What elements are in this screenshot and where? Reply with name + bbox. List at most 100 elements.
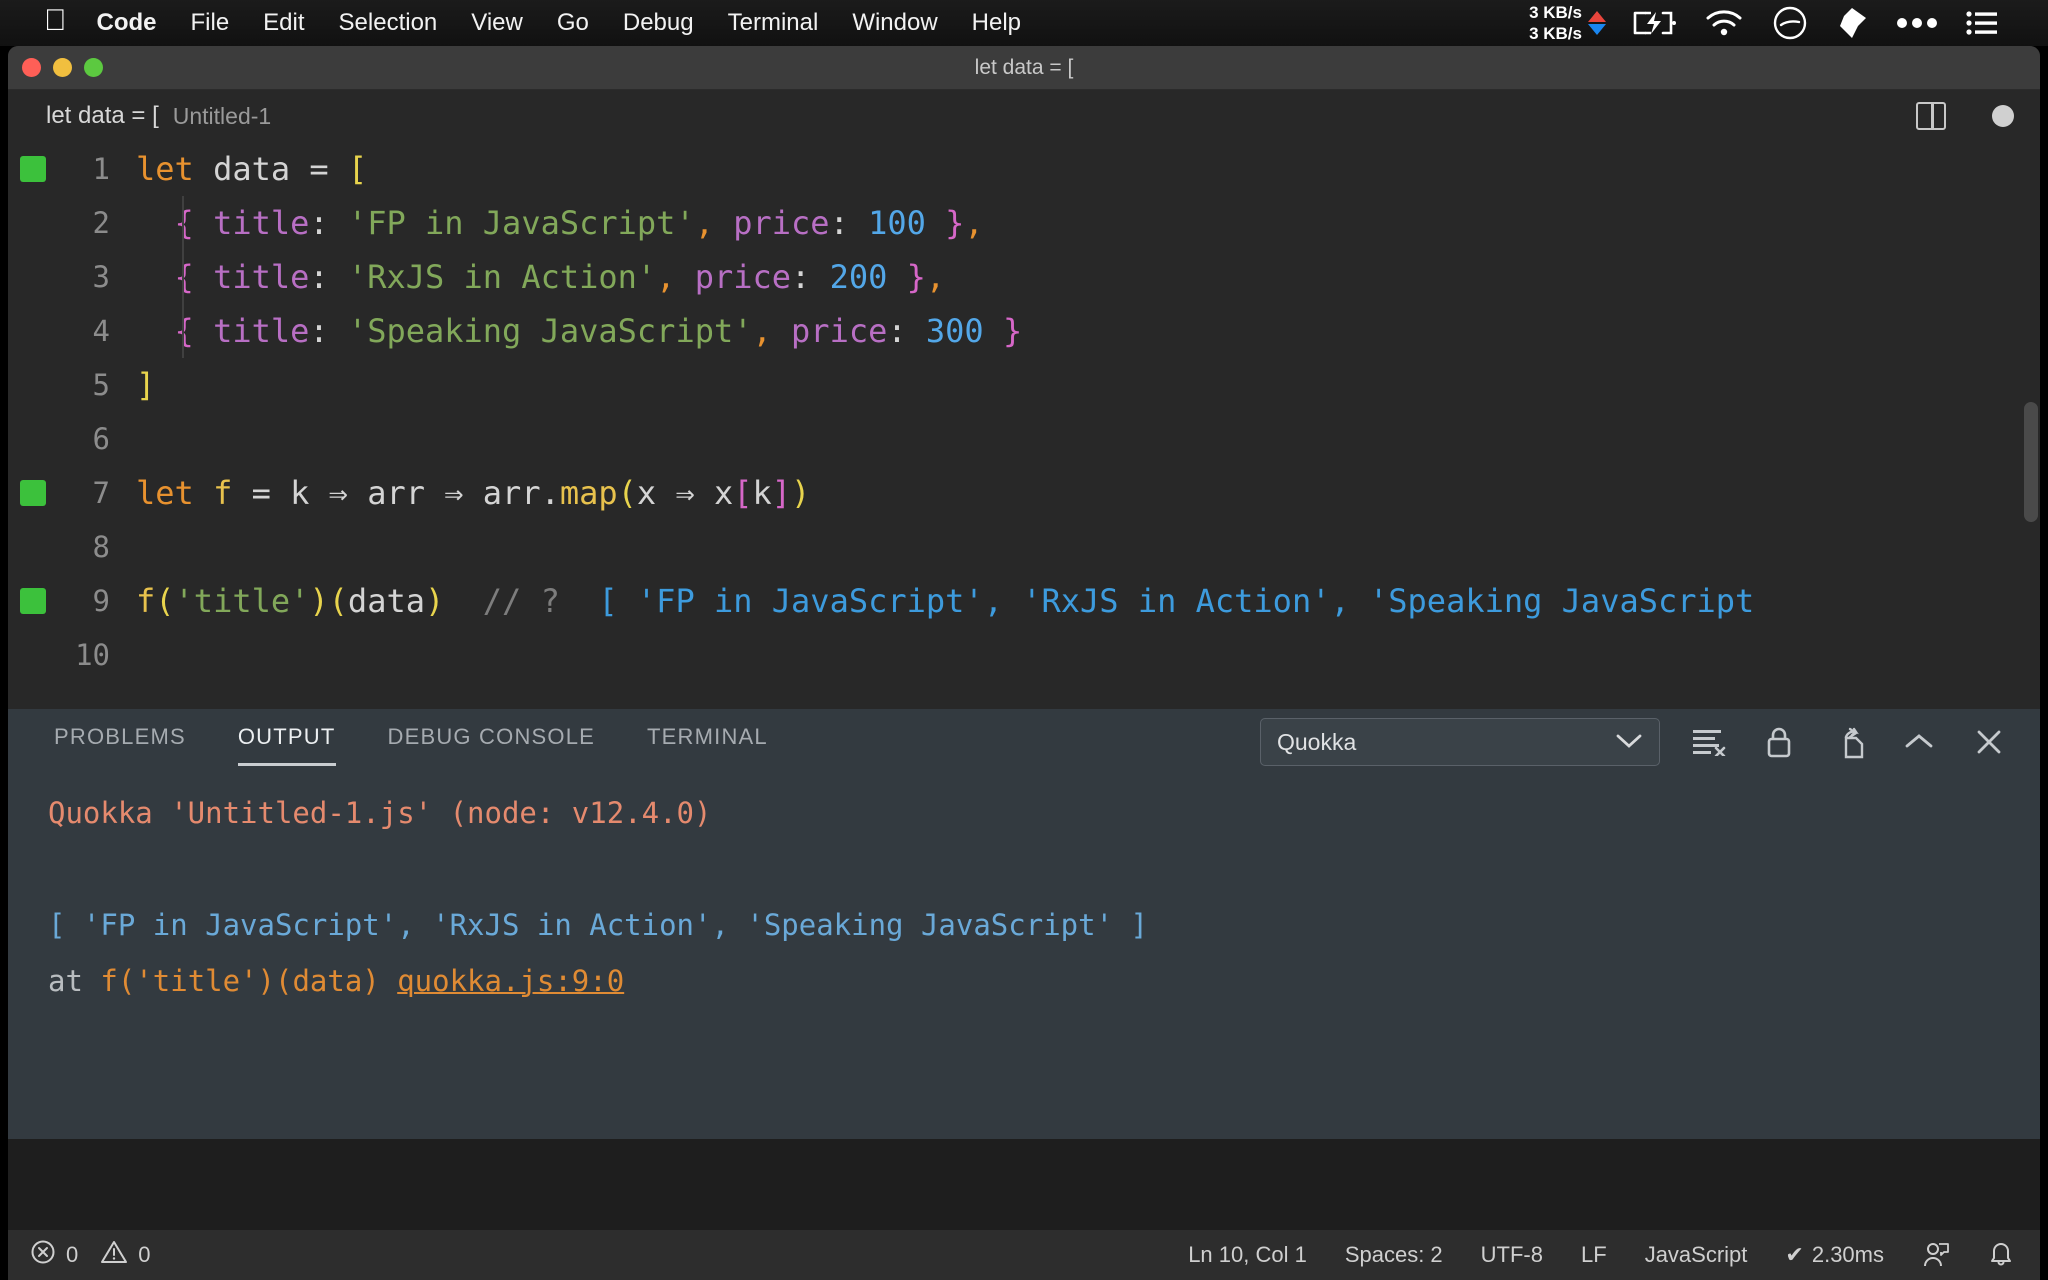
line-number: 5 bbox=[92, 368, 110, 402]
feedback-icon[interactable] bbox=[1922, 1241, 1950, 1269]
breadcrumb: let data = [ Untitled-1 bbox=[8, 90, 2040, 142]
clear-output-icon[interactable] bbox=[1688, 728, 1730, 756]
output-header-line: Quokka 'Untitled-1.js' (node: v12.4.0) bbox=[48, 796, 712, 830]
line-number: 10 bbox=[75, 638, 110, 672]
code-text: f('title')(data) // ? [ 'FP in JavaScrip… bbox=[136, 582, 1755, 620]
upload-speed: 3 KB/s bbox=[1529, 3, 1582, 22]
status-bar-right: Ln 10, Col 1 Spaces: 2 UTF-8 LF JavaScri… bbox=[1188, 1241, 2014, 1269]
status-language-mode[interactable]: JavaScript bbox=[1645, 1242, 1748, 1268]
menu-item-help[interactable]: Help bbox=[972, 9, 1021, 37]
line-number: 2 bbox=[92, 206, 110, 240]
more-icon[interactable] bbox=[1896, 17, 1938, 29]
warning-count: 0 bbox=[138, 1242, 151, 1267]
code-line[interactable]: 9 f('title')(data) // ? [ 'FP in JavaScri… bbox=[8, 574, 2040, 628]
menu-item-file[interactable]: File bbox=[191, 9, 230, 37]
menu-item-code[interactable]: Code bbox=[97, 9, 157, 37]
macos-menu-bar:  Code File Edit Selection View Go Debug… bbox=[0, 0, 2048, 46]
trace-at-label: at bbox=[48, 964, 101, 998]
quokka-live-marker bbox=[20, 156, 46, 182]
line-number: 3 bbox=[92, 260, 110, 294]
code-text: ] bbox=[136, 366, 156, 404]
battery-charging-icon[interactable] bbox=[1632, 10, 1676, 36]
code-line[interactable]: 8 bbox=[8, 520, 2040, 574]
tab-debug-console[interactable]: DEBUG CONSOLE bbox=[388, 724, 596, 760]
time-machine-icon[interactable] bbox=[1772, 5, 1808, 41]
menu-item-view[interactable]: View bbox=[471, 9, 523, 37]
breadcrumb-symbol[interactable]: let data = [ bbox=[46, 102, 159, 130]
window-title: let data = [ bbox=[974, 55, 1074, 79]
status-indentation[interactable]: Spaces: 2 bbox=[1345, 1242, 1443, 1268]
window-title-bar: let data = [ bbox=[8, 46, 2040, 90]
code-text: let f = k ⇒ arr ⇒ arr.map(x ⇒ x[k]) bbox=[136, 474, 811, 512]
close-panel-icon[interactable] bbox=[1968, 727, 2010, 757]
code-line[interactable]: 5] bbox=[8, 358, 2040, 412]
status-cursor-position[interactable]: Ln 10, Col 1 bbox=[1188, 1242, 1307, 1268]
quokka-live-marker bbox=[20, 480, 46, 506]
code-lines: 1 let data = [2 { title: 'FP in JavaScrip… bbox=[8, 142, 2040, 682]
code-line[interactable]: 6 bbox=[8, 412, 2040, 466]
unsaved-dot-icon[interactable] bbox=[1992, 105, 2014, 127]
warning-icon bbox=[100, 1239, 128, 1271]
desktop:  Code File Edit Selection View Go Debug… bbox=[0, 0, 2048, 1280]
editor-vertical-scrollbar[interactable] bbox=[2024, 402, 2038, 522]
menu-item-terminal[interactable]: Terminal bbox=[728, 9, 819, 37]
dropbox-icon[interactable] bbox=[1836, 6, 1868, 40]
output-channel-value: Quokka bbox=[1277, 728, 1357, 755]
tab-problems[interactable]: PROBLEMS bbox=[54, 724, 186, 760]
status-eol[interactable]: LF bbox=[1581, 1242, 1607, 1268]
code-editor[interactable]: 1 let data = [2 { title: 'FP in JavaScrip… bbox=[8, 142, 2040, 709]
chevron-down-icon bbox=[1615, 729, 1643, 756]
indent-guide bbox=[182, 304, 184, 358]
output-blank-line bbox=[48, 841, 2040, 897]
menu-item-window[interactable]: Window bbox=[852, 9, 937, 37]
status-problems[interactable]: 0 0 bbox=[30, 1239, 151, 1271]
status-bar: 0 0 Ln 10, Col 1 Spaces: 2 UTF-8 LF Java… bbox=[8, 1230, 2040, 1280]
quokka-check-icon: ✔ bbox=[1785, 1242, 1804, 1267]
code-line[interactable]: 4 { title: 'Speaking JavaScript', price:… bbox=[8, 304, 2040, 358]
code-line[interactable]: 7 let f = k ⇒ arr ⇒ arr.map(x ⇒ x[k]) bbox=[8, 466, 2040, 520]
control-center-icon[interactable] bbox=[1966, 10, 1998, 36]
trace-source-link[interactable]: quokka.js:9:0 bbox=[397, 964, 624, 998]
download-speed: 3 KB/s bbox=[1529, 24, 1582, 43]
indent-guide bbox=[182, 250, 184, 304]
code-text: { title: 'Speaking JavaScript', price: 3… bbox=[174, 312, 1023, 350]
menu-item-edit[interactable]: Edit bbox=[263, 9, 304, 37]
open-in-editor-icon[interactable] bbox=[1828, 725, 1870, 759]
status-encoding[interactable]: UTF-8 bbox=[1481, 1242, 1543, 1268]
breadcrumb-file[interactable]: Untitled-1 bbox=[173, 103, 271, 130]
line-number: 8 bbox=[92, 530, 110, 564]
split-editor-icon[interactable] bbox=[1916, 102, 1946, 130]
code-text: { title: 'FP in JavaScript', price: 100 … bbox=[174, 204, 984, 242]
code-text: { title: 'RxJS in Action', price: 200 }, bbox=[174, 258, 946, 296]
panel-actions: Quokka bbox=[1260, 718, 2010, 766]
status-quokka-time[interactable]: ✔ 2.30ms bbox=[1785, 1242, 1884, 1268]
tab-terminal[interactable]: TERMINAL bbox=[647, 724, 768, 760]
maximize-panel-icon[interactable] bbox=[1898, 731, 1940, 753]
output-result-line: [ 'FP in JavaScript', 'RxJS in Action', … bbox=[48, 908, 1148, 942]
panel-tab-bar: PROBLEMS OUTPUT DEBUG CONSOLE TERMINAL Q… bbox=[8, 709, 2040, 775]
tab-output[interactable]: OUTPUT bbox=[237, 724, 336, 766]
menu-item-selection[interactable]: Selection bbox=[339, 9, 438, 37]
network-speed-indicator[interactable]: 3 KB/s 3 KB/s bbox=[1529, 2, 1606, 44]
editor-actions bbox=[1916, 102, 2014, 130]
download-arrow-icon bbox=[1588, 24, 1606, 35]
menu-item-debug[interactable]: Debug bbox=[623, 9, 694, 37]
trace-call-expression: f('title')(data) bbox=[100, 964, 398, 998]
notifications-bell-icon[interactable] bbox=[1988, 1241, 2014, 1269]
wifi-icon[interactable] bbox=[1704, 9, 1744, 37]
error-count: 0 bbox=[66, 1242, 79, 1267]
apple-icon[interactable]:  bbox=[44, 5, 67, 36]
menu-bar-status-area: 3 KB/s 3 KB/s bbox=[1529, 2, 2026, 44]
bottom-panel: PROBLEMS OUTPUT DEBUG CONSOLE TERMINAL Q… bbox=[8, 709, 2040, 1139]
menu-item-go[interactable]: Go bbox=[557, 9, 589, 37]
output-panel-body[interactable]: Quokka 'Untitled-1.js' (node: v12.4.0) [… bbox=[8, 775, 2040, 1139]
code-line[interactable]: 10 bbox=[8, 628, 2040, 682]
code-line[interactable]: 2 { title: 'FP in JavaScript', price: 10… bbox=[8, 196, 2040, 250]
code-line[interactable]: 3 { title: 'RxJS in Action', price: 200 … bbox=[8, 250, 2040, 304]
quokka-live-marker bbox=[20, 588, 46, 614]
upload-arrow-icon bbox=[1588, 11, 1606, 22]
output-channel-select[interactable]: Quokka bbox=[1260, 718, 1660, 766]
lock-scroll-icon[interactable] bbox=[1758, 725, 1800, 759]
line-number: 4 bbox=[92, 314, 110, 348]
code-line[interactable]: 1 let data = [ bbox=[8, 142, 2040, 196]
